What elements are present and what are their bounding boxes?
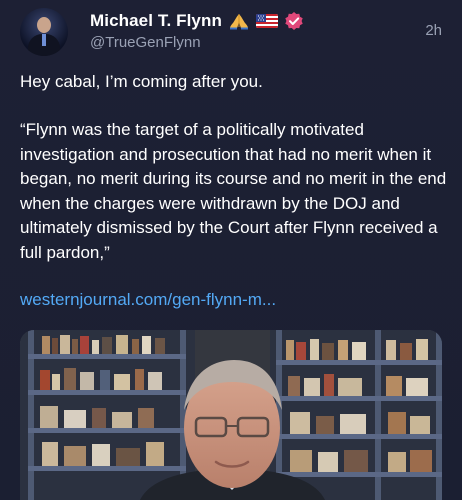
video-thumbnail-icon [20, 330, 442, 500]
post-timestamp: 2h [425, 22, 442, 39]
avatar[interactable] [20, 8, 68, 56]
post-card: Michael T. Flynn @TrueGenFlynn 2h Hey ca… [0, 0, 462, 500]
avatar-head-shape [37, 17, 51, 33]
article-link[interactable]: westernjournal.com/gen-flynn-m... [20, 290, 276, 310]
us-flag-icon [255, 14, 278, 28]
praying-hands-icon [228, 12, 250, 30]
post-intro-text: Hey cabal, I’m coming after you. [20, 72, 263, 91]
video-thumbnail[interactable] [20, 330, 442, 500]
author-display-name[interactable]: Michael T. Flynn [90, 11, 222, 31]
author-name-row: Michael T. Flynn [90, 10, 304, 32]
avatar-tie-shape [42, 34, 46, 46]
post-quote-text: “Flynn was the target of a politically m… [20, 120, 447, 262]
author-handle[interactable]: @TrueGenFlynn [90, 34, 201, 51]
verified-badge-icon [284, 11, 304, 31]
